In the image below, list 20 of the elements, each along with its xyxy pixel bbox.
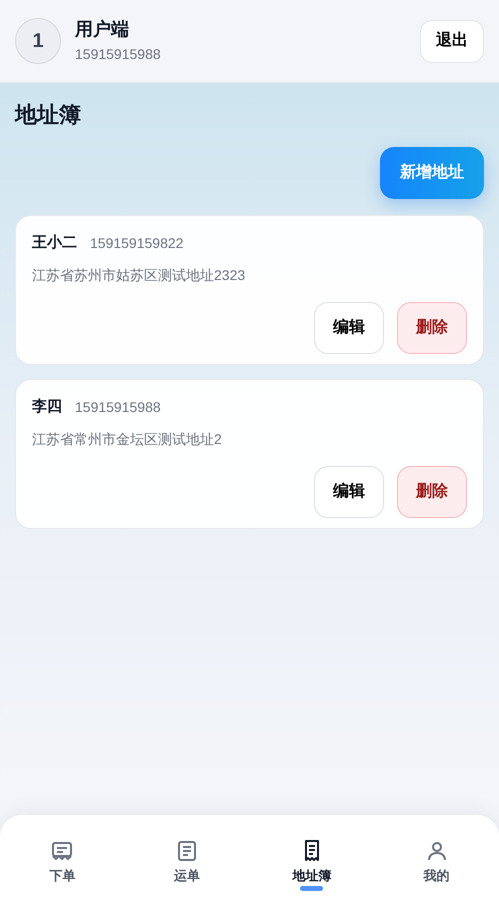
contact-phone: 159159159822 xyxy=(90,234,184,252)
address-text: 江苏省常州市金坛区测试地址2 xyxy=(32,430,223,449)
user-phone: 15915915988 xyxy=(75,45,161,64)
logout-button[interactable]: 退出 xyxy=(420,20,484,62)
delete-button[interactable]: 删除 xyxy=(397,302,467,354)
contact-name: 王小二 xyxy=(32,232,77,253)
tab-label[interactable]: 我的 xyxy=(424,866,450,886)
active-indicator xyxy=(300,886,324,890)
page-title: 地址簿 xyxy=(15,101,82,129)
edit-button[interactable]: 编辑 xyxy=(314,466,384,518)
avatar: 1 xyxy=(15,18,61,64)
edit-button[interactable]: 编辑 xyxy=(314,302,384,354)
tab-label[interactable]: 运单 xyxy=(174,866,200,886)
app-title: 用户端 xyxy=(75,18,130,41)
address-text: 江苏省苏州市姑苏区测试地址2323 xyxy=(32,266,246,285)
contact-name: 李四 xyxy=(32,396,62,417)
delete-button[interactable]: 删除 xyxy=(397,466,467,518)
contact-phone: 15915915988 xyxy=(75,398,161,416)
tab-label[interactable]: 地址簿 xyxy=(292,866,332,886)
tab-label[interactable]: 下单 xyxy=(49,866,76,886)
